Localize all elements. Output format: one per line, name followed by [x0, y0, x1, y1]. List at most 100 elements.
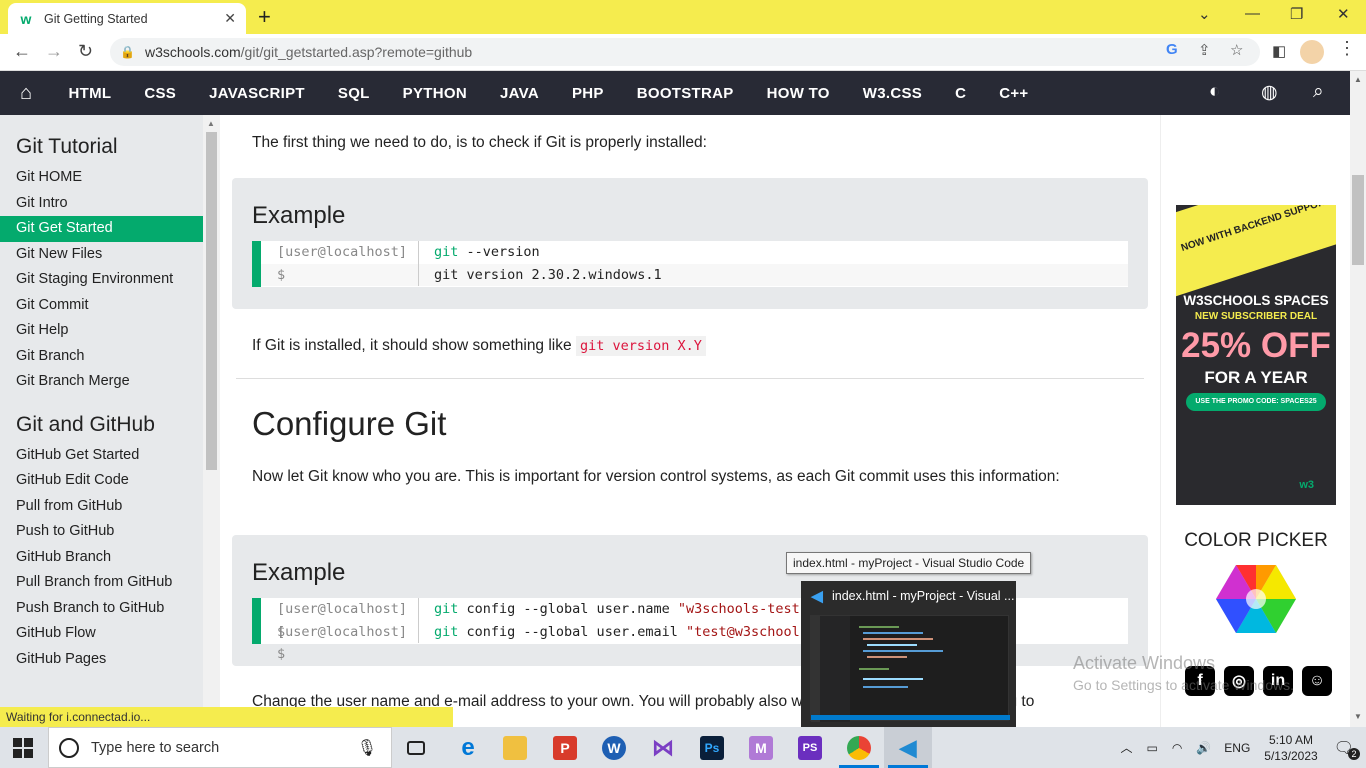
- menu-dots-icon[interactable]: ⋮: [1338, 38, 1356, 59]
- thumbnail-window-preview[interactable]: [810, 615, 1010, 722]
- sidebar-item-git-branch-merge[interactable]: Git Branch Merge: [0, 369, 203, 395]
- sidebar-item-github-flow[interactable]: GitHub Flow: [0, 621, 203, 647]
- sidebar-item-github-pages[interactable]: GitHub Pages: [0, 647, 203, 673]
- sidebar-item-push-branch[interactable]: Push Branch to GitHub: [0, 596, 203, 622]
- nav-c[interactable]: C: [939, 85, 983, 102]
- taskbar-thumbnail-preview[interactable]: ◀ index.html - myProject - Visual ...: [801, 581, 1016, 727]
- url-host: w3schools.com: [144, 44, 241, 60]
- search-icon[interactable]: ⌕: [1313, 81, 1324, 103]
- sidebar-item-pull-from-github[interactable]: Pull from GitHub: [0, 494, 203, 520]
- code-keyword: git: [434, 623, 459, 640]
- sidebar-scroll-thumb[interactable]: [206, 132, 217, 470]
- nav-cpp[interactable]: C++: [983, 85, 1045, 102]
- minimize-button[interactable]: —: [1245, 5, 1260, 22]
- app-p-icon[interactable]: P: [541, 727, 589, 768]
- right-column: NOW WITH BACKEND SUPPORT W3SCHOOLS SPACE…: [1160, 115, 1350, 727]
- nav-java[interactable]: JAVA: [483, 85, 555, 102]
- notification-center-icon[interactable]: 🗨 2: [1334, 738, 1360, 760]
- thumbnail-title: index.html - myProject - Visual ...: [832, 589, 1015, 603]
- language-indicator[interactable]: ENG: [1224, 741, 1250, 755]
- taskbar-search-box[interactable]: Type here to search 🎙: [48, 727, 392, 768]
- chrome-icon[interactable]: [835, 727, 883, 768]
- address-bar[interactable]: 🔒 w3schools.com/git/git_getstarted.asp?r…: [110, 38, 1260, 66]
- photoshop-icon[interactable]: Ps: [688, 727, 736, 768]
- watermark-line1: Activate Windows: [1073, 653, 1216, 673]
- sidebar-item-git-home[interactable]: Git HOME: [0, 165, 203, 191]
- nav-howto[interactable]: HOW TO: [750, 85, 846, 102]
- globe-icon[interactable]: ◍: [1261, 81, 1278, 104]
- nav-php[interactable]: PHP: [555, 85, 620, 102]
- example-box: Example [user@localhost] $ git --version…: [232, 178, 1148, 309]
- activate-windows-watermark: Activate Windows Go to Settings to activ…: [1073, 652, 1294, 696]
- microphone-icon[interactable]: 🎙: [357, 738, 377, 758]
- battery-icon[interactable]: ▭: [1147, 741, 1158, 755]
- tray-chevron-icon[interactable]: ︿: [1120, 739, 1132, 756]
- nav-w3css[interactable]: W3.CSS: [846, 85, 938, 102]
- page-scrollbar[interactable]: ▲ ▼: [1350, 71, 1366, 727]
- side-panel-icon[interactable]: ◧: [1272, 42, 1286, 60]
- file-explorer-icon[interactable]: [491, 727, 539, 768]
- color-wheel-icon[interactable]: [1216, 565, 1296, 633]
- sidebar-item-github-get-started[interactable]: GitHub Get Started: [0, 443, 203, 469]
- sidebar-item-github-branch[interactable]: GitHub Branch: [0, 545, 203, 571]
- restore-button[interactable]: ❐: [1290, 5, 1303, 23]
- inline-code: git version X.Y: [575, 336, 706, 356]
- app-m-icon[interactable]: M: [737, 727, 785, 768]
- app-w-icon[interactable]: W: [590, 727, 638, 768]
- code-text: config --global user.name: [458, 601, 678, 617]
- reload-button[interactable]: ↻: [78, 41, 93, 62]
- browser-tab[interactable]: w Git Getting Started ✕: [8, 3, 246, 34]
- sidebar-item-git-new-files[interactable]: Git New Files: [0, 242, 203, 268]
- code-string: "w3schools-test": [677, 601, 808, 617]
- back-button[interactable]: ←: [13, 41, 31, 62]
- sidebar-item-git-get-started[interactable]: Git Get Started: [0, 216, 203, 242]
- w3schools-spaces-ad[interactable]: NOW WITH BACKEND SUPPORT W3SCHOOLS SPACE…: [1176, 205, 1336, 505]
- forward-button[interactable]: →: [45, 41, 63, 62]
- close-tab-icon[interactable]: ✕: [224, 10, 236, 27]
- clock[interactable]: 5:10 AM 5/13/2023: [1264, 732, 1317, 764]
- bookmark-star-icon[interactable]: ☆: [1230, 41, 1243, 59]
- google-icon[interactable]: G: [1166, 41, 1178, 58]
- nav-html[interactable]: HTML: [52, 85, 128, 102]
- sidebar-scrollbar[interactable]: ▲: [203, 115, 220, 707]
- sidebar-item-push-to-github[interactable]: Push to GitHub: [0, 519, 203, 545]
- scroll-down-arrow-icon[interactable]: ▼: [1354, 712, 1362, 721]
- nav-sql[interactable]: SQL: [321, 85, 386, 102]
- discord-icon[interactable]: ☺: [1302, 666, 1332, 696]
- sidebar-item-git-commit[interactable]: Git Commit: [0, 293, 203, 319]
- sidebar: Git Tutorial Git HOME Git Intro Git Get …: [0, 115, 203, 707]
- main-content: The first thing we need to do, is to che…: [220, 115, 1160, 727]
- scroll-up-arrow-icon[interactable]: ▲: [207, 119, 215, 128]
- task-view-icon[interactable]: [392, 727, 440, 768]
- nav-bootstrap[interactable]: BOOTSTRAP: [620, 85, 750, 102]
- nav-javascript[interactable]: JAVASCRIPT: [193, 85, 322, 102]
- ad-line1: W3SCHOOLS SPACES: [1183, 293, 1329, 308]
- windows-start-icon[interactable]: [13, 738, 33, 758]
- sidebar-item-git-help[interactable]: Git Help: [0, 318, 203, 344]
- edge-icon[interactable]: e: [444, 727, 492, 768]
- sidebar-item-git-branch[interactable]: Git Branch: [0, 344, 203, 370]
- profile-avatar[interactable]: [1300, 40, 1324, 64]
- sidebar-item-github-edit-code[interactable]: GitHub Edit Code: [0, 468, 203, 494]
- new-tab-button[interactable]: +: [258, 6, 271, 28]
- sidebar-item-pull-branch[interactable]: Pull Branch from GitHub: [0, 570, 203, 596]
- code-prompt: [user@localhost] $: [261, 620, 419, 662]
- share-icon[interactable]: ⇪: [1198, 41, 1211, 59]
- sidebar-item-git-intro[interactable]: Git Intro: [0, 191, 203, 217]
- nav-python[interactable]: PYTHON: [386, 85, 483, 102]
- visual-studio-icon[interactable]: ⋈: [639, 727, 687, 768]
- phpstorm-icon[interactable]: PS: [786, 727, 834, 768]
- home-icon[interactable]: ⌂: [0, 82, 52, 105]
- close-window-button[interactable]: ✕: [1337, 5, 1350, 23]
- ad-line2: NEW SUBSCRIBER DEAL: [1194, 311, 1318, 322]
- tab-title: Git Getting Started: [44, 11, 148, 26]
- volume-icon[interactable]: 🔊: [1196, 741, 1211, 755]
- vscode-taskbar-icon[interactable]: ◀: [884, 727, 932, 768]
- nav-css[interactable]: CSS: [128, 85, 193, 102]
- scroll-up-arrow-icon[interactable]: ▲: [1354, 75, 1362, 84]
- wifi-icon[interactable]: ◠: [1172, 741, 1182, 755]
- page-scroll-thumb[interactable]: [1352, 175, 1364, 265]
- sidebar-item-git-staging[interactable]: Git Staging Environment: [0, 267, 203, 293]
- dark-mode-icon[interactable]: ◐: [1209, 81, 1220, 103]
- tab-search-icon[interactable]: ⌄: [1198, 5, 1211, 23]
